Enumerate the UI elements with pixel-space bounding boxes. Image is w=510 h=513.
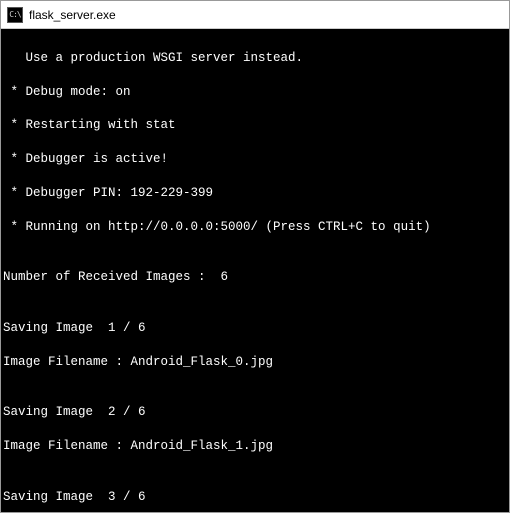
- console-line: * Debug mode: on: [3, 84, 507, 101]
- titlebar[interactable]: C:\ flask_server.exe: [1, 1, 509, 29]
- console-line: * Debugger is active!: [3, 151, 507, 168]
- console-line: * Running on http://0.0.0.0:5000/ (Press…: [3, 219, 507, 236]
- console-line: Saving Image 3 / 6: [3, 489, 507, 506]
- console-line: * Debugger PIN: 192-229-399: [3, 185, 507, 202]
- console-line: Use a production WSGI server instead.: [3, 50, 507, 67]
- window-title: flask_server.exe: [29, 8, 116, 22]
- app-icon: C:\: [7, 7, 23, 23]
- console-line: Image Filename : Android_Flask_0.jpg: [3, 354, 507, 371]
- console-line: * Restarting with stat: [3, 117, 507, 134]
- console-line: Saving Image 1 / 6: [3, 320, 507, 337]
- console-line: Image Filename : Android_Flask_1.jpg: [3, 438, 507, 455]
- console-output[interactable]: Use a production WSGI server instead. * …: [1, 29, 509, 512]
- console-line: Number of Received Images : 6: [3, 269, 507, 286]
- cmd-icon: C:\: [9, 11, 20, 19]
- console-line: Saving Image 2 / 6: [3, 404, 507, 421]
- console-window: C:\ flask_server.exe Use a production WS…: [0, 0, 510, 513]
